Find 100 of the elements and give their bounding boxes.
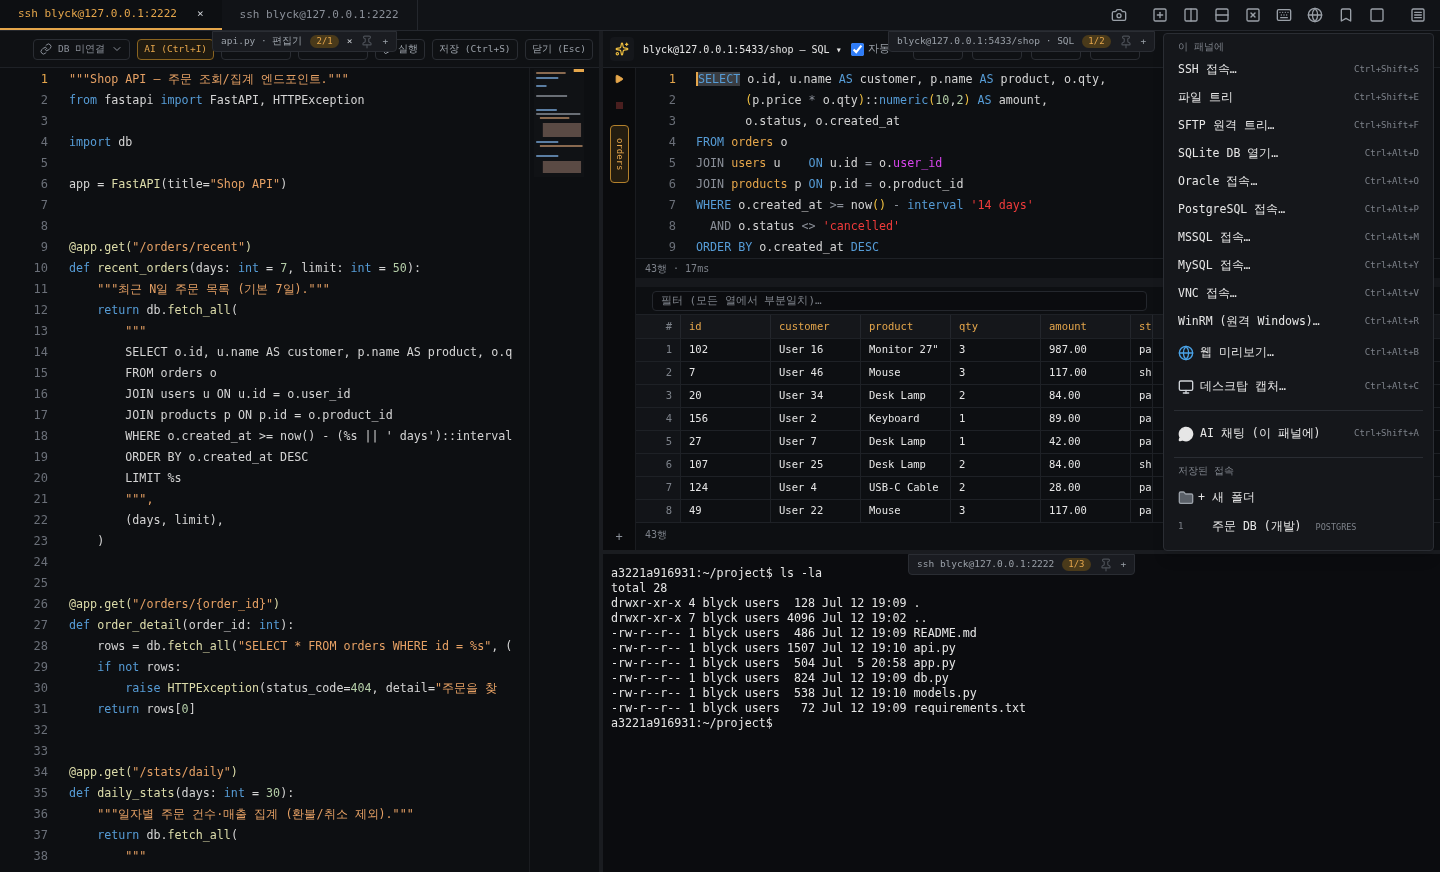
line-number: 5 [39, 155, 48, 172]
session-tab[interactable]: ssh blyck@127.0.0.1:2222 × [0, 0, 222, 30]
filter-field[interactable]: 필터 (모든 열에서 부분일치)… [652, 290, 1147, 311]
menu-section-heading: 저장된 접속 [1177, 464, 1235, 478]
line-number: 4 [667, 134, 676, 151]
tab-title: ssh blyck@127.0.0.1:2222 [917, 557, 1055, 572]
menu-item[interactable]: 파일 트리 Ctrl+Shift+E [1164, 84, 1433, 112]
code-line: def daily_stats(days: int = 30): [69, 785, 295, 802]
object-tab[interactable]: orders [609, 125, 629, 183]
table-cell: User 16 [771, 339, 861, 361]
menu-item-label: SQLite DB 열기… [1178, 145, 1279, 163]
line-number: 37 [32, 827, 48, 844]
line-number: 7 [39, 197, 48, 214]
menu-item[interactable]: SQLite DB 열기… Ctrl+Alt+D [1164, 140, 1433, 168]
line-number: 25 [32, 575, 48, 592]
menu-item-label: SSH 접속… [1178, 61, 1237, 79]
add-tab-button[interactable]: + [1120, 557, 1127, 572]
toolbar-button[interactable]: 닫기 (Esc) [524, 38, 593, 60]
menu-icon[interactable] [1410, 7, 1426, 23]
menu-item[interactable]: 웹 미리보기… Ctrl+Alt+B [1164, 336, 1433, 370]
globe-icon [1178, 345, 1194, 361]
saved-connection-item[interactable]: 1 주문 DB (개발) POSTGRES [1164, 512, 1433, 542]
menu-item[interactable]: SSH 접속… Ctrl+Shift+S [1164, 56, 1433, 84]
item-index: 1 [1178, 520, 1185, 534]
column-header[interactable]: product [861, 315, 951, 338]
tab-title: blyck@127.0.0.1:5433/shop · SQL [897, 34, 1075, 49]
camera-icon[interactable] [1111, 7, 1127, 23]
menu-item-label: WinRM (원격 Windows)… [1178, 313, 1320, 331]
pane-tab-menu[interactable]: ssh blyck@127.0.0.1:2222 1/3 + [908, 554, 1136, 575]
globe-icon[interactable] [1307, 7, 1323, 23]
row-number: 7 [636, 477, 681, 499]
code-line: @app.get("/stats/daily") [69, 764, 238, 781]
menu-item[interactable]: MySQL 접속… Ctrl+Alt+Y [1164, 252, 1433, 280]
menu-item[interactable]: MSSQL 접속… Ctrl+Alt+M [1164, 224, 1433, 252]
menu-item[interactable]: SFTP 원격 트리… Ctrl+Shift+F [1164, 112, 1433, 140]
pane-tab-menu[interactable]: api.py · 편집기 2/1 × + [212, 31, 398, 52]
line-number: 29 [32, 659, 48, 676]
add-row-button[interactable]: + [615, 528, 623, 546]
close-panel-icon[interactable] [1245, 7, 1261, 23]
line-number: 2 [667, 92, 676, 109]
column-header[interactable]: # [636, 315, 681, 338]
table-cell: pa [1131, 385, 1153, 407]
menu-item[interactable]: VNC 접속… Ctrl+Alt+V [1164, 280, 1433, 308]
line-number: 15 [32, 365, 48, 382]
shortcut-label: Ctrl+Alt+O [1364, 175, 1419, 189]
row-count: 43행 [644, 528, 668, 542]
tab-count-badge: 1/2 [1082, 34, 1111, 49]
table-cell: 20 [681, 385, 771, 407]
menu-item[interactable]: 데스크탑 캡처… Ctrl+Alt+C [1164, 370, 1433, 404]
menu-item[interactable]: AI 채팅 (이 패널에) Ctrl+Shift+A [1164, 417, 1433, 451]
close-icon[interactable]: × [196, 5, 204, 23]
toolbar-button[interactable]: 저장 (Ctrl+S) [432, 38, 518, 60]
sparkles-icon [615, 42, 629, 56]
db-connection-dropdown[interactable]: DB 미연결 [33, 38, 131, 60]
line-number: 34 [32, 764, 48, 781]
table-cell: pa [1131, 500, 1153, 522]
column-header[interactable]: amount [1041, 315, 1131, 338]
line-number: 5 [667, 155, 676, 172]
menu-item-label: PostgreSQL 접속… [1178, 201, 1286, 219]
add-tab-button[interactable]: + [1140, 34, 1147, 49]
table-cell: 89.00 [1041, 408, 1131, 430]
code-line: return rows[0] [96, 701, 196, 718]
code-line: (p.price * o.qty)::numeric(10,2) AS amount, [744, 92, 1048, 109]
autocommit-checkbox[interactable] [850, 42, 864, 56]
column-header[interactable]: customer [771, 315, 861, 338]
column-header[interactable]: id [681, 315, 771, 338]
table-cell: User 22 [771, 500, 861, 522]
keyboard-icon[interactable] [1276, 7, 1292, 23]
link-icon [40, 43, 52, 55]
table-cell: 27 [681, 431, 771, 453]
line-number: 13 [32, 323, 48, 340]
ai-button[interactable]: AI (Ctrl+I) [137, 38, 215, 60]
code-line: o.status, o.created_at [744, 113, 901, 130]
line-number: 8 [667, 218, 676, 235]
shortcut-label: Ctrl+Alt+R [1364, 315, 1419, 329]
add-panel-icon[interactable] [1152, 7, 1168, 23]
close-icon[interactable]: × [346, 34, 353, 49]
split-rows-icon[interactable] [1214, 7, 1230, 23]
new-folder-item[interactable]: + 새 폴더 [1164, 484, 1433, 512]
line-number: 12 [32, 302, 48, 319]
column-header[interactable]: qty [951, 315, 1041, 338]
code-line: rows = db.fetch_all("SELECT * FROM orders WHERE id = %s", ( [96, 638, 513, 655]
shortcut-label: Ctrl+Shift+A [1353, 427, 1419, 441]
window-icon[interactable] [1369, 7, 1385, 23]
menu-item[interactable]: PostgreSQL 접속… Ctrl+Alt+P [1164, 196, 1433, 224]
checkbox-label: 자동 [867, 40, 890, 57]
ai-assist-button[interactable] [610, 37, 634, 61]
split-columns-icon[interactable] [1183, 7, 1199, 23]
code-line: WHERE o.created_at >= now() - interval '14 days' [696, 197, 1034, 214]
menu-item[interactable]: Oracle 접속… Ctrl+Alt+O [1164, 168, 1433, 196]
connection-selector[interactable]: blyck@127.0.0.1:5433/shop — SQL ▾ [643, 41, 842, 57]
code-line: @app.get("/orders/{order_id}") [69, 596, 281, 613]
shortcut-label: Ctrl+Shift+E [1353, 91, 1419, 105]
column-header[interactable]: st [1131, 315, 1153, 338]
session-tab[interactable]: ssh blyck@127.0.0.1:2222 [221, 0, 418, 30]
tab-count-badge: 1/3 [1062, 557, 1091, 572]
bookmark-icon[interactable] [1338, 7, 1354, 23]
pane-tab-menu[interactable]: blyck@127.0.0.1:5433/shop · SQL 1/2 + [888, 31, 1156, 52]
menu-item[interactable]: WinRM (원격 Windows)… Ctrl+Alt+R [1164, 308, 1433, 336]
run-query-icon[interactable] [614, 74, 624, 84]
